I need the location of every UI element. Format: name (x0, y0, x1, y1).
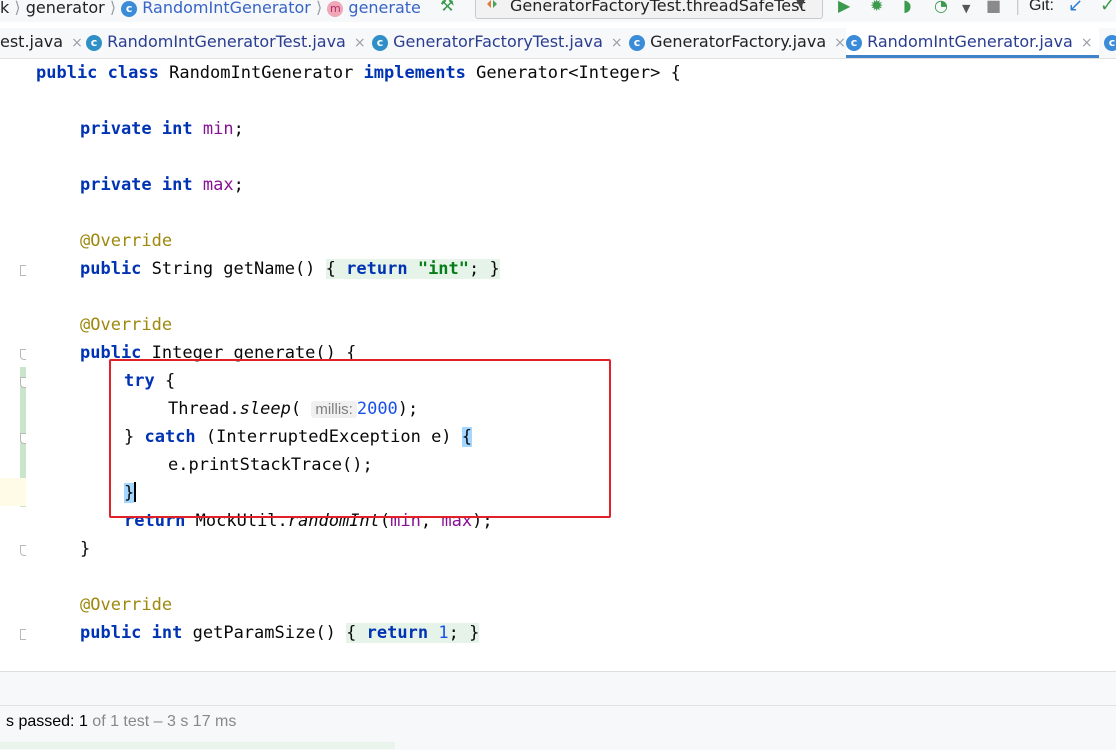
tab-label: RandomIntGenerator.java (867, 32, 1073, 51)
run-configuration-label: GeneratorFactoryTest.threadSafeTest (510, 0, 806, 15)
test-class-icon: c (86, 35, 102, 51)
toolbar-divider: | (1015, 0, 1021, 15)
breadcrumb-item-class[interactable]: RandomIntGenerator (142, 0, 311, 17)
chevron-down-icon: ▼ (796, 0, 806, 10)
code-line-override-annotation: @Override (80, 315, 173, 335)
class-icon: c (1104, 35, 1116, 51)
test-progress-bar (0, 742, 395, 749)
code-line-class-decl: public class RandomIntGenerator implemen… (36, 63, 681, 83)
code-line-get-name: public String getName() { return "int"; … (80, 259, 500, 279)
git-label: Git: (1029, 0, 1054, 14)
vcs-commit-icon[interactable]: ✓ (1100, 0, 1115, 15)
debug-icon[interactable]: ✹ (870, 0, 883, 14)
chevron-down-icon[interactable]: ▼ (962, 1, 970, 17)
chevron-right-icon: ⟩ (315, 0, 323, 17)
class-icon: c (629, 35, 645, 51)
breadcrumb-item-package[interactable]: generator (26, 0, 105, 17)
close-icon[interactable]: × (71, 35, 83, 51)
breadcrumb-prefix: k (0, 0, 10, 17)
profile-icon[interactable]: ◔ (934, 0, 948, 14)
code-line-min-field: private int min; (80, 119, 244, 139)
editor-tab-bar: est.java × c RandomIntGeneratorTest.java ×… (0, 28, 1116, 59)
tab-overflow[interactable]: c (1104, 28, 1116, 58)
tab-label: est.java (0, 32, 64, 51)
code-line-method-close: } (80, 539, 91, 559)
test-class-icon: c (372, 35, 388, 51)
breadcrumb-item-method[interactable]: generate (348, 0, 420, 17)
code-line-get-param-size: public int getParamSize() { return 1; } (80, 623, 480, 643)
code-line-max-field: private int max; (80, 175, 244, 195)
tab-label: RandomIntGeneratorTest.java (107, 32, 346, 51)
tab-label: GeneratorFactoryTest.java (393, 32, 603, 51)
red-highlight-box (109, 359, 611, 518)
stop-icon[interactable]: ■ (986, 0, 1001, 14)
editor-gutter[interactable] (0, 59, 31, 671)
class-icon: c (121, 1, 138, 17)
tab-random-int-generator[interactable]: c RandomIntGenerator.java × (846, 28, 1099, 58)
run-icon[interactable]: ▶ (838, 0, 850, 14)
divider (0, 705, 1116, 706)
tab-random-int-generator-test[interactable]: c RandomIntGeneratorTest.java × (86, 28, 366, 58)
close-icon[interactable]: × (1081, 35, 1093, 51)
close-icon[interactable]: × (834, 35, 846, 51)
chevron-right-icon: ⟩ (109, 0, 117, 17)
test-config-icon (487, 0, 497, 8)
test-status: s passed: 1 of 1 test – 3 s 17 ms (6, 713, 237, 730)
build-hammer-icon[interactable]: ⚒ (440, 0, 454, 14)
tab-test-java[interactable]: est.java × (0, 28, 83, 58)
class-icon: c (846, 35, 862, 51)
code-line-override-annotation: @Override (80, 595, 173, 615)
close-icon[interactable]: × (354, 35, 366, 51)
code-line-override-annotation: @Override (80, 231, 173, 251)
chevron-right-icon: ⟩ (14, 0, 21, 17)
tab-generator-factory-test[interactable]: c GeneratorFactoryTest.java × (372, 28, 623, 58)
coverage-icon[interactable]: ◗ (903, 0, 911, 14)
tab-label: GeneratorFactory.java (650, 32, 827, 51)
tab-generator-factory[interactable]: c GeneratorFactory.java × (629, 28, 846, 58)
navigation-bar: k ⟩ generator ⟩ c RandomIntGenerator ⟩ m… (0, 0, 1116, 22)
method-icon: m (327, 1, 344, 17)
breadcrumb: k ⟩ generator ⟩ c RandomIntGenerator ⟩ m… (0, 0, 421, 19)
run-tool-window: s passed: 1 of 1 test – 3 s 17 ms (0, 671, 1116, 750)
vcs-update-icon[interactable]: ↙ (1068, 0, 1083, 15)
run-configuration-selector[interactable]: GeneratorFactoryTest.threadSafeTest ▼ (475, 0, 823, 19)
close-icon[interactable]: × (611, 35, 623, 51)
